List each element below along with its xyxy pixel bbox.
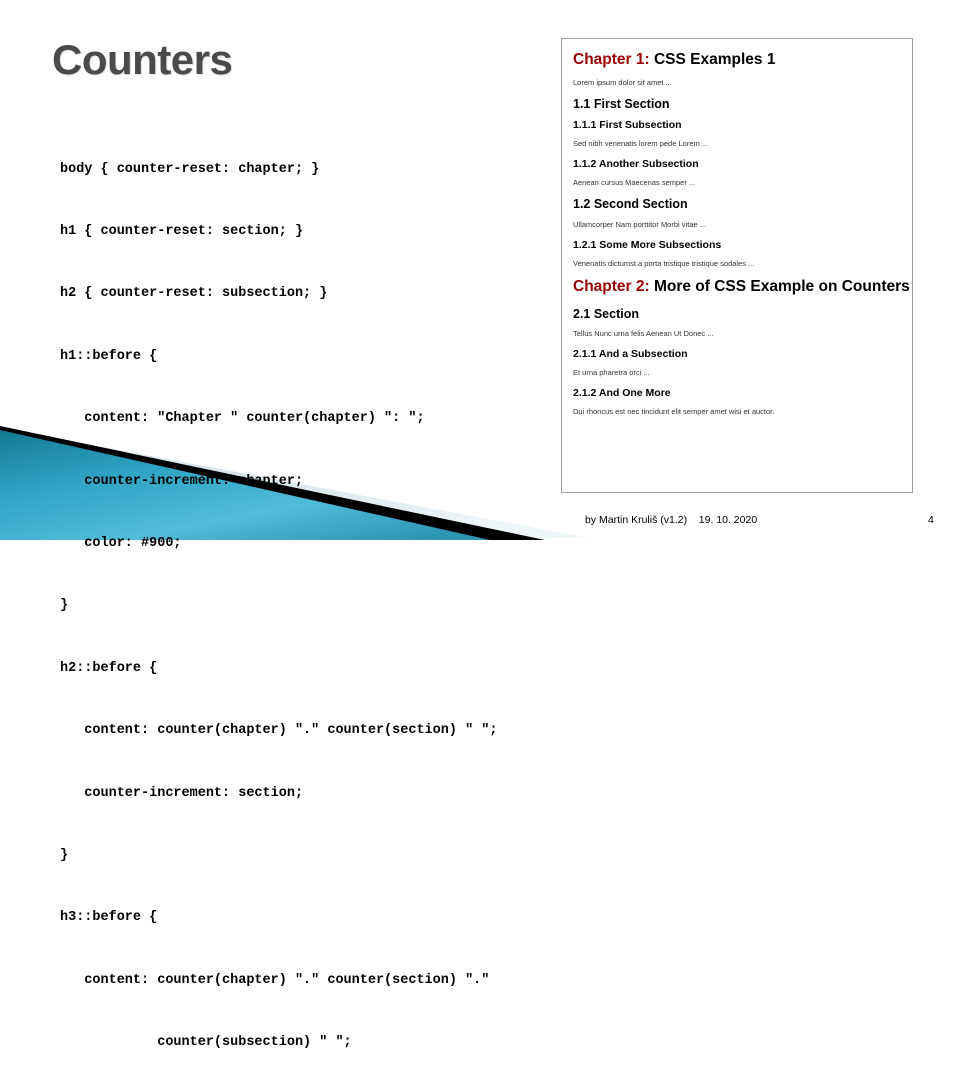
preview-chapter-counter: Chapter 2: bbox=[573, 277, 650, 295]
preview-paragraph: Et urna pharetra orci ... bbox=[573, 368, 650, 377]
rendered-output-preview: Chapter 1: CSS Examples 1 Lorem ipsum dol… bbox=[561, 38, 913, 493]
code-line: color: #900; bbox=[60, 535, 182, 551]
code-line: h1 { counter-reset: section; } bbox=[60, 223, 304, 239]
preview-heading-text: More of CSS Example on Counters bbox=[649, 277, 910, 295]
preview-heading-text: CSS Examples 1 bbox=[649, 51, 776, 68]
code-line: content: counter(chapter) "." counter(se… bbox=[60, 723, 498, 739]
preview-paragraph: Sed nibh venenatis lorem pede Lorem ... bbox=[573, 139, 709, 149]
preview-paragraph: Ullamcorper Nam porttitor Morbi vitae ..… bbox=[573, 219, 706, 229]
preview-heading-3: 2.1.1 And a Subsection bbox=[573, 347, 688, 360]
code-line: } bbox=[60, 598, 69, 614]
code-line: counter(subsection) " "; bbox=[60, 1035, 352, 1051]
preview-paragraph: Venenatis dictumst a porta tristique tri… bbox=[573, 258, 755, 268]
preview-heading-1: Chapter 1: CSS Examples 1 bbox=[573, 51, 901, 69]
preview-heading-2: 2.1 Section bbox=[573, 306, 639, 321]
code-block: body { counter-reset: chapter; } h1 { co… bbox=[60, 118, 530, 1080]
code-line: } bbox=[60, 847, 69, 863]
code-line: counter-increment: chapter; bbox=[60, 473, 304, 489]
preview-heading-2: 1.1 First Section bbox=[573, 96, 670, 111]
preview-paragraph: Tellus Nunc urna felis Aenean Ut Donec .… bbox=[573, 328, 714, 338]
code-line: counter-increment: section; bbox=[60, 785, 304, 801]
preview-paragraph: Lorem ipsum dolor sit amet ... bbox=[573, 77, 672, 87]
preview-heading-2: 1.2 Second Section bbox=[573, 197, 688, 212]
preview-heading-3: 1.1.1 First Subsection bbox=[573, 119, 682, 132]
code-line: content: "Chapter " counter(chapter) ": … bbox=[60, 411, 425, 427]
preview-chapter-counter: Chapter 1: bbox=[573, 51, 650, 68]
preview-paragraph: Dui rhoncus est nec tincidunt elit sempe… bbox=[573, 407, 775, 417]
preview-heading-3: 1.1.2 Another Subsection bbox=[573, 158, 699, 171]
code-line: h2 { counter-reset: subsection; } bbox=[60, 286, 328, 302]
preview-heading-3: 2.1.2 And One More bbox=[573, 387, 671, 399]
code-line: h1::before { bbox=[60, 348, 158, 364]
code-line: h2::before { bbox=[60, 660, 158, 676]
preview-heading-1: Chapter 2: More of CSS Example on Counte… bbox=[573, 277, 910, 296]
code-line: h3::before { bbox=[60, 910, 158, 926]
footer-credit: by Martin Kruliš (v1.2) 19. 10. 2020 bbox=[585, 514, 758, 526]
code-line: body { counter-reset: chapter; } bbox=[60, 161, 320, 177]
preview-heading-3: 1.2.1 Some More Subsections bbox=[573, 238, 722, 251]
code-line: content: counter(chapter) "." counter(se… bbox=[60, 972, 490, 988]
page-number: 4 bbox=[928, 514, 934, 526]
preview-paragraph: Aenean cursus Maecenas semper ... bbox=[573, 178, 696, 188]
page-title: Counters bbox=[52, 36, 233, 83]
